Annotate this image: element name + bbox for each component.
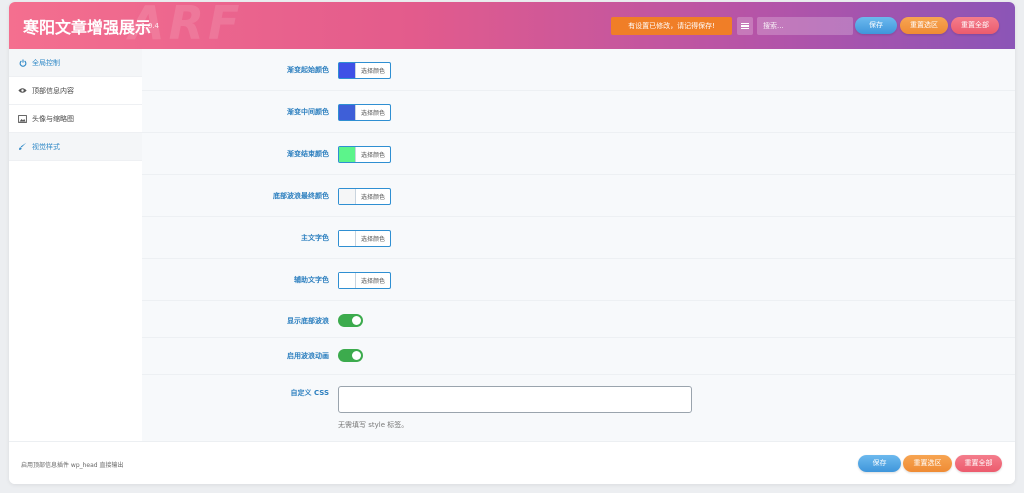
setting-row-main-text: 主文字色 选择颜色 (142, 217, 1015, 259)
settings-content: 渐变起始颜色 选择颜色 渐变中间颜色 选择颜色 渐变结束颜色 选择颜色 底部波浪… (142, 49, 1015, 441)
search-input[interactable] (757, 17, 853, 35)
custom-css-textarea[interactable] (338, 386, 692, 413)
page-title: 寒阳文章增强展示 (23, 18, 152, 37)
list-toggle-button[interactable] (737, 17, 753, 35)
field-label: 渐变结束颜色 (287, 150, 329, 158)
color-swatch (339, 273, 356, 288)
footer-bar: 启用顶部信息插件 wp_head 直接输出 保存 重置选区 重置全部 (9, 441, 1015, 484)
field-label: 显示底部波浪 (287, 317, 329, 325)
field-label: 渐变中间颜色 (287, 108, 329, 116)
color-picker-button[interactable]: 选择颜色 (338, 104, 391, 121)
sidebar: 全局控制 顶部信息内容 头像与缩略图 视觉样式 (9, 49, 142, 441)
toggle-knob (352, 316, 361, 325)
sidebar-item-visual-style[interactable]: 视觉样式 (9, 133, 142, 161)
header-bar: ARF 寒阳文章增强展示 v1.0.4 有设置已修改，请记得保存! 保存 重置选… (9, 2, 1015, 49)
image-icon (18, 114, 27, 123)
color-picker-button[interactable]: 选择颜色 (338, 146, 391, 163)
color-picker-button[interactable]: 选择颜色 (338, 272, 391, 289)
color-swatch (339, 189, 356, 204)
color-swatch (339, 231, 356, 246)
save-button[interactable]: 保存 (855, 17, 897, 34)
color-swatch (339, 147, 356, 162)
color-picker-button[interactable]: 选择颜色 (338, 62, 391, 79)
settings-panel: ARF 寒阳文章增强展示 v1.0.4 有设置已修改，请记得保存! 保存 重置选… (9, 2, 1015, 484)
wave-animation-toggle[interactable] (338, 349, 363, 362)
sidebar-item-global[interactable]: 全局控制 (9, 49, 142, 77)
setting-row-gradient-middle: 渐变中间颜色 选择颜色 (142, 91, 1015, 133)
reset-section-button[interactable]: 重置选区 (900, 17, 948, 34)
field-label: 自定义 CSS (290, 389, 329, 397)
custom-css-hint: 无需填写 style 标签。 (338, 421, 409, 429)
color-picker-label: 选择颜色 (360, 236, 385, 243)
color-picker-label: 选择颜色 (360, 68, 385, 75)
setting-row-wave-final: 底部波浪最终颜色 选择颜色 (142, 175, 1015, 217)
field-label: 底部波浪最终颜色 (273, 192, 329, 200)
field-label: 启用波浪动画 (287, 352, 329, 360)
sidebar-item-label: 全局控制 (32, 58, 60, 67)
setting-row-wave-animation: 启用波浪动画 (142, 338, 1015, 375)
footer-note: 启用顶部信息插件 wp_head 直接输出 (21, 462, 124, 469)
color-picker-button[interactable]: 选择颜色 (338, 230, 391, 247)
sidebar-item-label: 视觉样式 (32, 142, 60, 151)
sidebar-item-label: 顶部信息内容 (32, 86, 74, 95)
setting-row-sub-text: 辅助文字色 选择颜色 (142, 259, 1015, 301)
color-swatch (339, 105, 356, 120)
sidebar-item-label: 头像与缩略图 (32, 114, 74, 123)
power-icon (18, 58, 27, 67)
color-swatch (339, 63, 356, 78)
sidebar-item-header-info[interactable]: 顶部信息内容 (9, 77, 142, 105)
field-label: 主文字色 (301, 234, 329, 242)
footer-reset-all-button[interactable]: 重置全部 (955, 455, 1002, 472)
sidebar-item-avatar[interactable]: 头像与缩略图 (9, 105, 142, 133)
setting-row-gradient-end: 渐变结束颜色 选择颜色 (142, 133, 1015, 175)
footer-save-button[interactable]: 保存 (858, 455, 901, 472)
field-label: 辅助文字色 (294, 276, 329, 284)
unsaved-notice: 有设置已修改，请记得保存! (611, 17, 732, 35)
color-picker-label: 选择颜色 (360, 152, 385, 159)
field-label: 渐变起始颜色 (287, 66, 329, 74)
footer-reset-section-button[interactable]: 重置选区 (903, 455, 952, 472)
show-wave-toggle[interactable] (338, 314, 363, 327)
toggle-knob (352, 351, 361, 360)
version-label: v1.0.4 (137, 22, 159, 30)
setting-row-custom-css: 自定义 CSS 无需填写 style 标签。 (142, 375, 1015, 441)
setting-row-show-wave: 显示底部波浪 (142, 301, 1015, 338)
color-picker-label: 选择颜色 (360, 194, 385, 201)
reset-all-button[interactable]: 重置全部 (951, 17, 999, 34)
list-icon (741, 22, 749, 30)
color-picker-button[interactable]: 选择颜色 (338, 188, 391, 205)
brush-icon (18, 142, 27, 151)
setting-row-gradient-start: 渐变起始颜色 选择颜色 (142, 49, 1015, 91)
color-picker-label: 选择颜色 (360, 110, 385, 117)
color-picker-label: 选择颜色 (360, 278, 385, 285)
eye-icon (18, 86, 27, 95)
